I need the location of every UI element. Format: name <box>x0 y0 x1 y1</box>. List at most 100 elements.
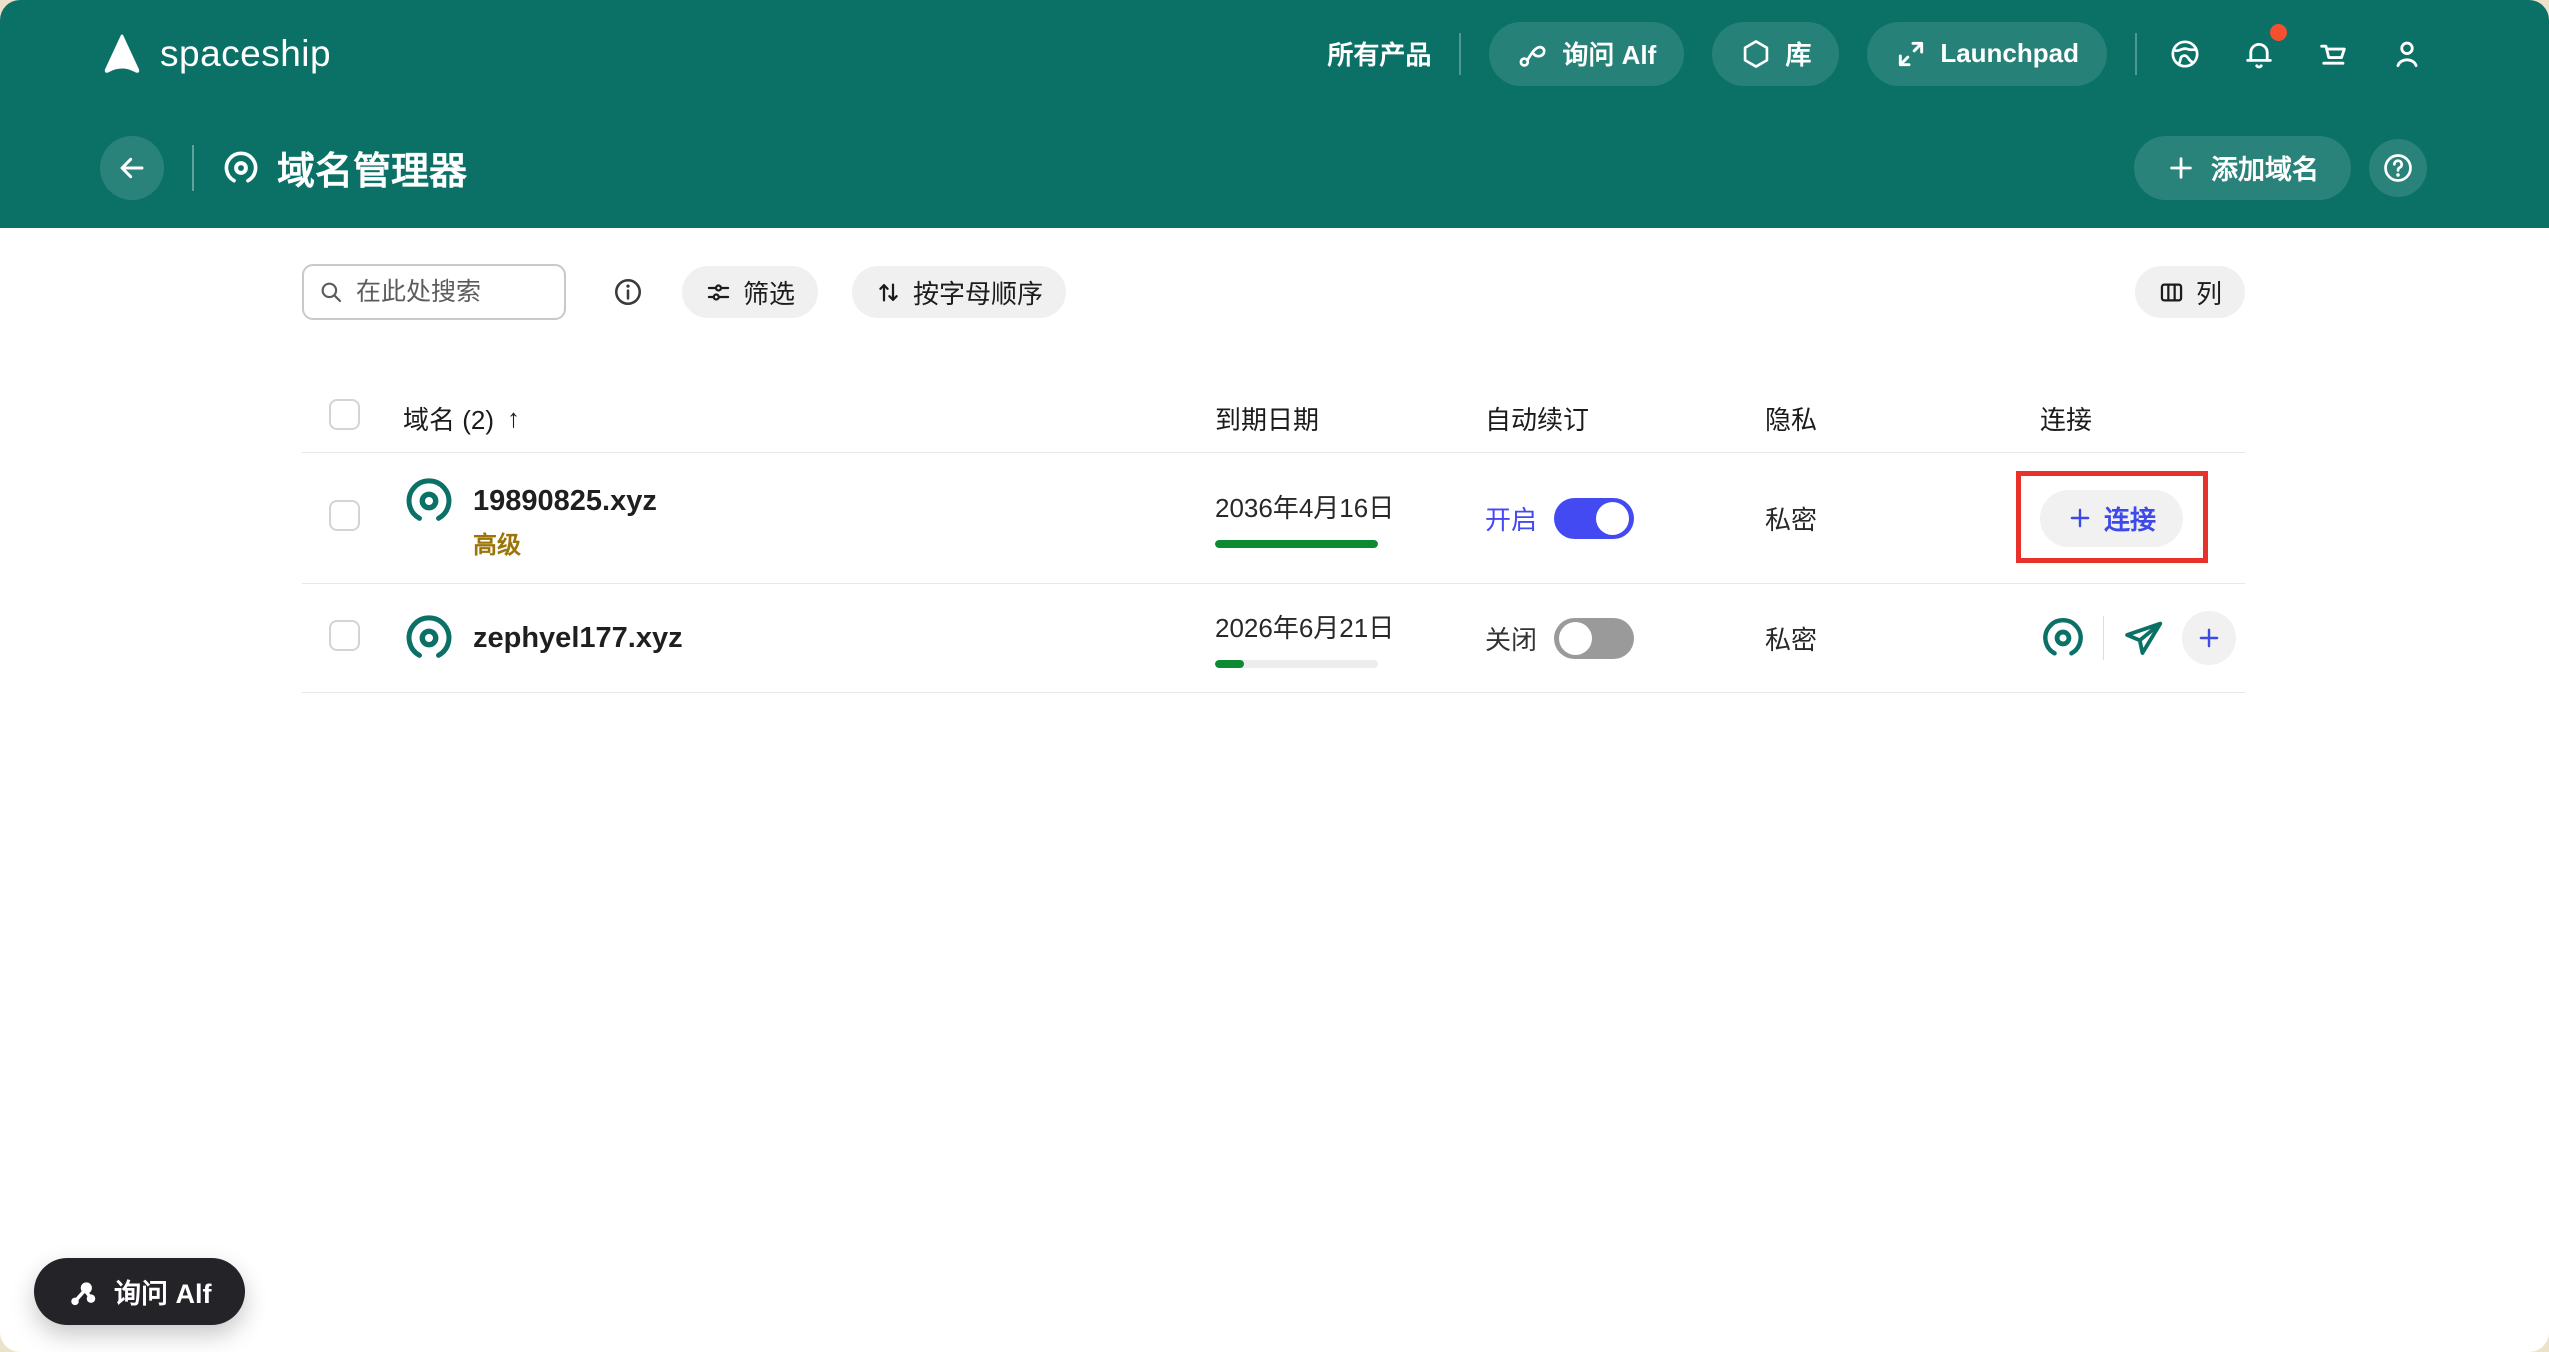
help-button[interactable] <box>2369 138 2427 197</box>
toggle-knob <box>1559 621 1593 655</box>
question-icon <box>2384 153 2412 182</box>
launchpad-icon <box>1899 41 1924 66</box>
auto-renew-label: 开启 <box>1485 504 1538 535</box>
row-checkbox[interactable] <box>329 620 360 651</box>
domain-cell: zephyel177.xyz <box>376 612 1188 664</box>
launchpad-label: Launchpad <box>1940 38 2079 68</box>
main-content: 筛选 按字母顺序 列 <box>0 264 2549 693</box>
logo-text: spaceship <box>160 32 332 74</box>
cart-button[interactable] <box>2313 34 2353 74</box>
expiry-progress-fill <box>1215 540 1378 548</box>
domain-action-icon[interactable] <box>2040 615 2086 661</box>
header-icon-group <box>2165 23 2427 74</box>
column-header-auto-renew: 自动续订 <box>1485 404 1590 435</box>
app-window: spaceship 所有产品 询问 Alf 库 Launchpad 域名管理器 … <box>0 0 2549 1352</box>
nav-right: 所有产品 询问 Alf 库 Launchpad <box>1327 21 2427 86</box>
nav-divider <box>1459 32 1462 75</box>
auto-renew-cell: 开启 <box>1458 497 1738 539</box>
sort-label: 按字母顺序 <box>913 278 1044 309</box>
alf-molecule-icon <box>71 1281 96 1305</box>
domain-name-block: 19890825.xyz 高级 <box>473 475 657 561</box>
user-icon <box>2396 41 2418 67</box>
privacy-cell: 私密 <box>1765 624 1818 655</box>
domain-icon <box>406 615 452 658</box>
search-icon <box>321 282 342 303</box>
nav-all-products[interactable]: 所有产品 <box>1327 35 1431 72</box>
add-domain-button[interactable]: 添加域名 <box>2134 135 2351 200</box>
column-header-expiry: 到期日期 <box>1215 404 1320 435</box>
add-connection-button[interactable] <box>2182 611 2236 665</box>
table-toolbar: 筛选 按字母顺序 列 <box>302 264 2245 320</box>
domain-name-block: zephyel177.xyz <box>473 612 683 664</box>
language-globe-button[interactable] <box>2165 34 2205 74</box>
row-checkbox-cell <box>302 620 376 656</box>
page-title: 域名管理器 <box>277 151 468 193</box>
plus-icon <box>2070 508 2090 528</box>
filter-button[interactable]: 筛选 <box>682 266 819 318</box>
domain-icon <box>406 478 452 521</box>
sort-ascending-arrow: ↑ <box>507 402 521 433</box>
columns-button[interactable]: 列 <box>2134 266 2245 318</box>
privacy-cell: 私密 <box>1765 504 1818 535</box>
expiry-cell: 2036年4月16日 <box>1188 488 1458 548</box>
plus-icon <box>2170 156 2192 179</box>
spaceship-logo[interactable]: spaceship <box>100 32 331 76</box>
connect-button[interactable]: 连接 <box>2040 489 2184 547</box>
connect-cell <box>2013 611 2245 665</box>
expiry-progress-fill <box>1215 660 1245 668</box>
plus-icon <box>2199 628 2219 648</box>
floating-ask-alf-button[interactable]: 询问 Alf <box>34 1258 245 1325</box>
domains-table: 域名 (2) ↑ 到期日期 自动续订 隐私 连接 19890825.xyz 高级… <box>302 384 2245 693</box>
connect-cell: 连接 <box>2013 470 2245 563</box>
globe-icon <box>2171 39 2199 68</box>
search-input[interactable] <box>354 276 550 308</box>
domain-name-link[interactable]: 19890825.xyz <box>473 475 657 527</box>
search-box[interactable] <box>302 264 566 320</box>
add-domain-label: 添加域名 <box>2211 155 2319 185</box>
main-nav-bar: spaceship 所有产品 询问 Alf 库 Launchpad <box>0 0 2549 107</box>
ask-alf-button[interactable]: 询问 Alf <box>1489 21 1685 86</box>
expiry-progress-track <box>1215 660 1378 668</box>
auto-renew-toggle[interactable] <box>1554 497 1635 539</box>
auto-renew-cell: 关闭 <box>1458 617 1738 659</box>
premium-badge: 高级 <box>473 532 521 559</box>
column-header-privacy: 隐私 <box>1765 404 1818 435</box>
back-button[interactable] <box>100 135 164 200</box>
auto-renew-toggle[interactable] <box>1554 617 1635 659</box>
account-button[interactable] <box>2387 34 2427 74</box>
notifications-button[interactable] <box>2239 23 2287 74</box>
row-checkbox-cell <box>302 500 376 536</box>
library-label: 库 <box>1785 40 1812 70</box>
connect-button-label: 连接 <box>2104 504 2157 535</box>
domain-cell: 19890825.xyz 高级 <box>376 475 1188 561</box>
transfer-action-button[interactable] <box>2121 615 2167 661</box>
header-checkbox-cell <box>302 399 376 437</box>
nav-divider-2 <box>2135 32 2137 75</box>
launchpad-button[interactable]: Launchpad <box>1867 21 2107 86</box>
sort-button[interactable]: 按字母顺序 <box>852 266 1067 318</box>
page-header-bar: 域名管理器 添加域名 <box>0 107 2549 228</box>
icons-divider <box>2103 616 2104 660</box>
title-divider <box>192 144 194 191</box>
row-checkbox[interactable] <box>329 500 360 531</box>
expiry-date: 2036年4月16日 <box>1215 493 1395 523</box>
floating-ask-alf-label: 询问 Alf <box>114 1279 212 1309</box>
arrow-left-icon <box>120 157 144 178</box>
domain-manager-icon <box>224 151 258 182</box>
auto-renew-label: 关闭 <box>1485 624 1538 655</box>
column-header-name[interactable]: 域名 (2) ↑ <box>376 400 1188 437</box>
info-button[interactable] <box>612 276 644 308</box>
alf-icon <box>1519 45 1546 67</box>
domain-name-link[interactable]: zephyel177.xyz <box>473 612 683 664</box>
table-row-19890825: 19890825.xyz 高级 2036年4月16日 开启 私密 连接 <box>302 453 2245 584</box>
library-button[interactable]: 库 <box>1712 21 1840 86</box>
paper-plane-icon <box>2125 621 2163 655</box>
filter-label: 筛选 <box>743 278 796 309</box>
table-header-row: 域名 (2) ↑ 到期日期 自动续订 隐私 连接 <box>302 384 2245 453</box>
hexagon-icon <box>1744 39 1769 68</box>
filter-sliders-icon <box>707 283 730 301</box>
toggle-knob <box>1596 501 1630 535</box>
select-all-checkbox[interactable] <box>329 399 360 430</box>
columns-icon <box>2160 283 2183 301</box>
table-row-zephyel177: zephyel177.xyz 2026年6月21日 关闭 私密 <box>302 584 2245 693</box>
